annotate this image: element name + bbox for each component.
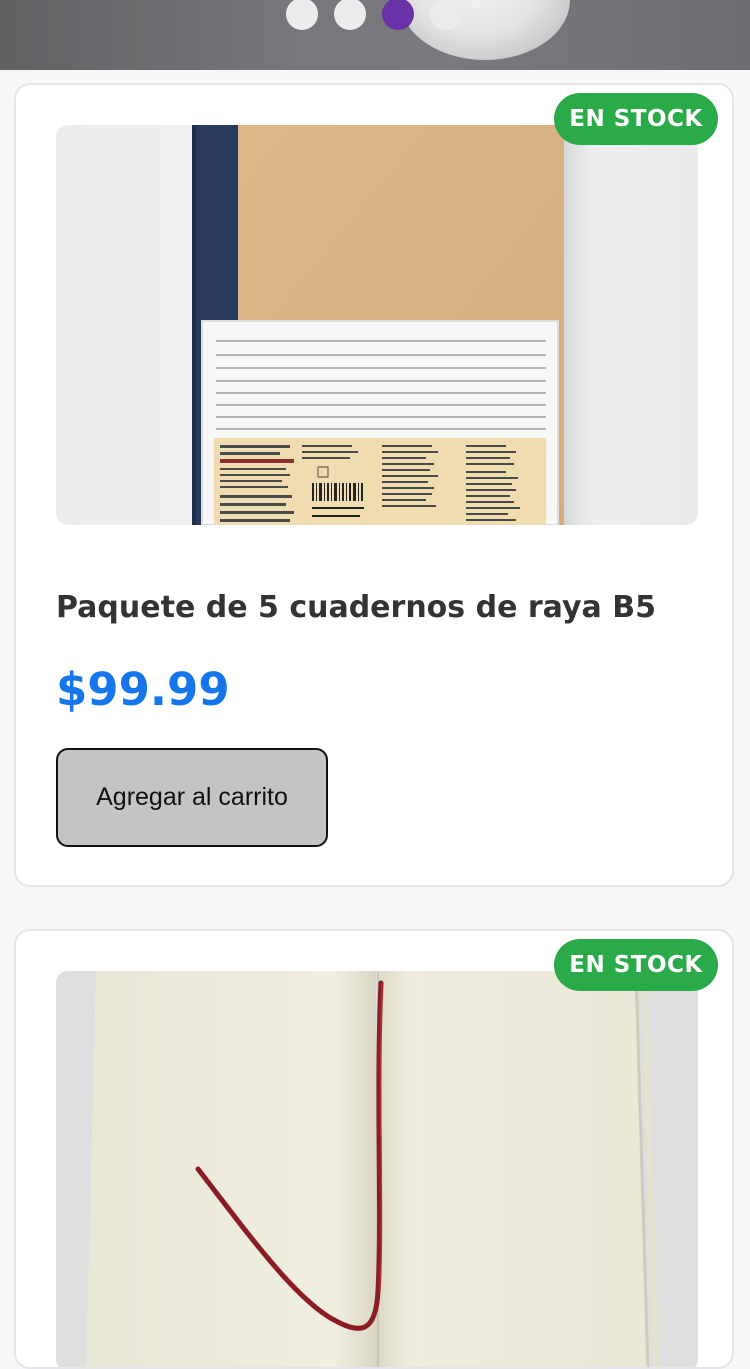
carousel-dot-3-active[interactable] <box>382 0 414 30</box>
product-image <box>56 971 698 1367</box>
stock-badge: EN STOCK <box>554 939 718 991</box>
product-image <box>56 125 698 525</box>
carousel-dot-4[interactable] <box>430 0 462 30</box>
image-carousel[interactable] <box>0 0 750 70</box>
product-card: EN STOCK <box>14 929 734 1369</box>
product-card: EN STOCK Paquete de 5 cuadernos de raya … <box>14 83 734 887</box>
carousel-pagination <box>286 0 462 30</box>
carousel-dot-1[interactable] <box>286 0 318 30</box>
add-to-cart-button[interactable]: Agregar al carrito <box>56 748 328 847</box>
product-title: Paquete de 5 cuadernos de raya B5 <box>56 590 656 625</box>
stock-badge: EN STOCK <box>554 93 718 145</box>
product-price: $99.99 <box>56 663 230 716</box>
carousel-dot-2[interactable] <box>334 0 366 30</box>
